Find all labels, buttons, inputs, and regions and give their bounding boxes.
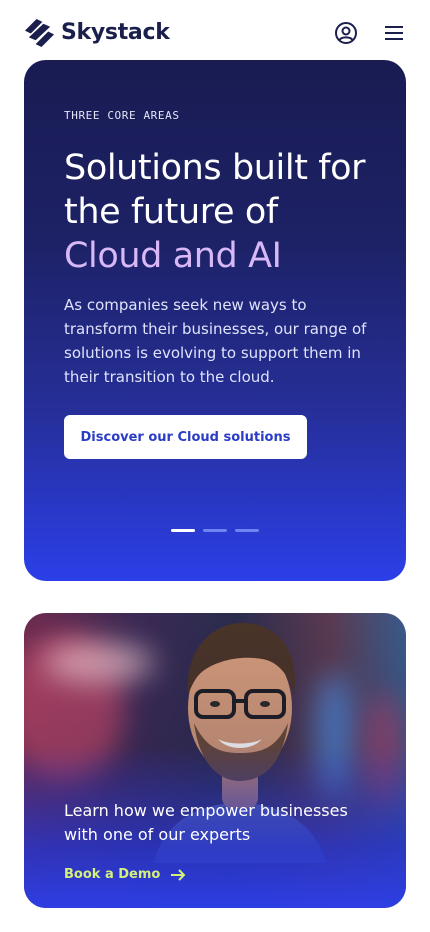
carousel-dot-2[interactable]	[203, 529, 227, 532]
book-demo-label: Book a Demo	[64, 867, 161, 882]
card-gradient-overlay	[24, 613, 406, 908]
carousel-dot-1[interactable]	[171, 529, 195, 532]
brand-logo[interactable]: Skystack	[24, 17, 170, 48]
skystack-logo-icon	[24, 18, 55, 48]
carousel-indicators	[171, 529, 259, 532]
book-demo-link[interactable]: Book a Demo	[64, 867, 186, 882]
user-circle-icon	[335, 22, 357, 44]
hamburger-menu-icon	[385, 26, 403, 40]
site-header: Skystack	[0, 0, 430, 66]
brand-name: Skystack	[61, 20, 170, 45]
hero-card: THREE CORE AREAS Solutions built for the…	[24, 60, 406, 581]
account-button[interactable]	[333, 20, 359, 46]
headline-line-2: the future of	[64, 192, 278, 232]
hero-headline: Solutions built for the future of Cloud …	[64, 146, 384, 278]
headline-line-1: Solutions built for	[64, 148, 366, 188]
hero-eyebrow: THREE CORE AREAS	[64, 109, 180, 122]
menu-button[interactable]	[381, 20, 407, 46]
arrow-right-icon	[171, 868, 186, 881]
headline-accent: Cloud and AI	[64, 236, 282, 276]
expert-promo-text: Learn how we empower businesses with one…	[64, 801, 348, 844]
discover-cloud-solutions-button[interactable]: Discover our Cloud solutions	[64, 415, 307, 459]
expert-demo-card[interactable]: Learn how we empower businesses with one…	[24, 613, 406, 908]
carousel-dot-3[interactable]	[235, 529, 259, 532]
hero-description: As companies seek new ways to transform …	[64, 296, 367, 386]
